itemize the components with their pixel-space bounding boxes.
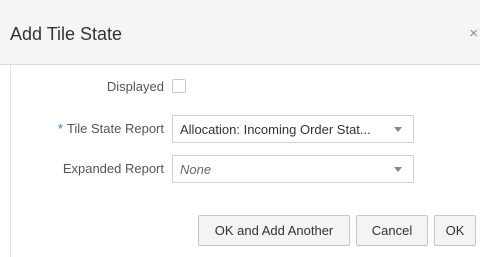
cancel-button[interactable]: Cancel [356,215,428,246]
expanded-report-value: None [180,162,212,177]
close-icon[interactable]: × [469,26,478,42]
chevron-down-icon [394,167,402,172]
tile-state-report-label: * Tile State Report [58,121,164,137]
displayed-label: Displayed [106,79,164,94]
ok-button[interactable]: OK [434,215,476,246]
chevron-down-icon [394,127,402,132]
tile-state-report-value: Allocation: Incoming Order Stat... [180,122,371,137]
dialog-left-border [10,65,11,257]
dialog-header: Add Tile State × [0,0,480,65]
dialog-title: Add Tile State [10,24,123,44]
ok-and-add-another-button[interactable]: OK and Add Another [198,215,350,246]
tile-state-report-label-text: Tile State Report [66,121,164,136]
expanded-report-label: Expanded Report [62,161,164,176]
displayed-checkbox[interactable] [172,79,186,93]
tile-state-report-select[interactable]: Allocation: Incoming Order Stat... [172,115,414,143]
expanded-report-select[interactable]: None [172,155,414,183]
required-indicator: * [57,121,63,136]
add-tile-state-dialog: Add Tile State × Displayed * Tile State R… [0,0,480,257]
